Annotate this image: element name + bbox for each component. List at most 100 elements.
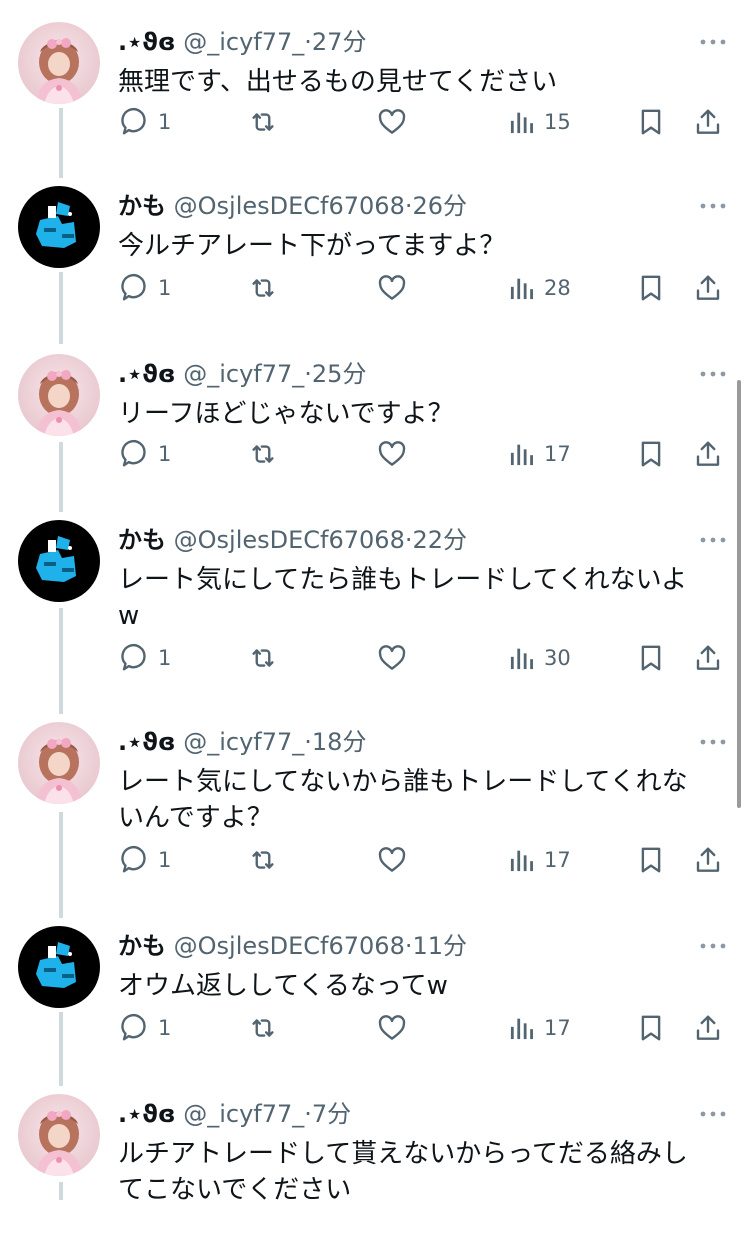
share-button[interactable]	[693, 268, 723, 308]
repost-icon	[246, 273, 280, 303]
repost-button[interactable]	[246, 268, 280, 308]
display-name[interactable]: かも	[118, 526, 166, 554]
reply-count: 1	[158, 848, 172, 872]
display-name[interactable]: かも	[118, 932, 166, 960]
share-icon	[693, 643, 723, 673]
display-name[interactable]: かも	[118, 192, 166, 220]
repost-button[interactable]	[246, 102, 280, 142]
views-button[interactable]: 15	[508, 102, 571, 142]
share-button[interactable]	[693, 1008, 723, 1048]
post-header: .⋆ϑɞ @_icyf77_·18分	[118, 724, 687, 760]
share-button[interactable]	[693, 434, 723, 474]
views-button[interactable]: 17	[508, 840, 571, 880]
post-text: 無理です、出せるもの見せてください	[118, 64, 719, 100]
avatar[interactable]	[18, 722, 100, 804]
timestamp[interactable]: 7分	[312, 1100, 351, 1128]
bar-chart-icon	[508, 644, 536, 672]
more-icon[interactable]	[699, 732, 727, 752]
more-icon[interactable]	[699, 530, 727, 550]
reply-button[interactable]: 1	[120, 638, 171, 678]
action-bar: 1 30	[0, 638, 747, 678]
like-button[interactable]	[376, 102, 408, 142]
repost-button[interactable]	[246, 1008, 280, 1048]
bar-chart-icon	[508, 846, 536, 874]
post-text-line: 無理です、出せるもの見せてください	[118, 67, 558, 97]
user-handle[interactable]: @OsjlesDECf67068	[174, 526, 405, 554]
post-text: リーフほどじゃないですよ？	[118, 396, 719, 432]
display-name[interactable]: .⋆ϑɞ	[118, 1100, 176, 1128]
display-name[interactable]: .⋆ϑɞ	[118, 360, 176, 388]
share-icon	[693, 1013, 723, 1043]
more-icon[interactable]	[699, 1104, 727, 1124]
share-button[interactable]	[693, 840, 723, 880]
avatar[interactable]	[18, 186, 100, 268]
post-text: ルチアトレードして貰えないからってだる絡みし てこないでください	[118, 1136, 719, 1208]
heart-icon	[376, 643, 408, 673]
views-button[interactable]: 17	[508, 1008, 571, 1048]
heart-icon	[376, 1013, 408, 1043]
user-handle[interactable]: @OsjlesDECf67068	[174, 192, 405, 220]
share-button[interactable]	[693, 102, 723, 142]
user-handle[interactable]: @_icyf77_	[183, 360, 304, 388]
display-name[interactable]: .⋆ϑɞ	[118, 728, 176, 756]
timestamp[interactable]: 22分	[412, 526, 467, 554]
timestamp[interactable]: 18分	[312, 728, 367, 756]
user-handle[interactable]: @_icyf77_	[183, 728, 304, 756]
post-text-line: いんですよ？	[118, 803, 273, 833]
repost-icon	[246, 1013, 280, 1043]
timestamp[interactable]: 27分	[312, 28, 367, 56]
bookmark-button[interactable]	[636, 1008, 666, 1048]
share-button[interactable]	[693, 638, 723, 678]
more-icon[interactable]	[699, 364, 727, 384]
post-text: レート気にしてたら誰もトレードしてくれないよ w	[118, 562, 719, 634]
avatar[interactable]	[18, 22, 100, 104]
bookmark-icon	[636, 1013, 666, 1043]
bookmark-button[interactable]	[636, 638, 666, 678]
like-button[interactable]	[376, 434, 408, 474]
reply-button[interactable]: 1	[120, 102, 171, 142]
like-button[interactable]	[376, 638, 408, 678]
timestamp[interactable]: 26分	[412, 192, 467, 220]
reply-count: 1	[158, 276, 172, 300]
bookmark-button[interactable]	[636, 434, 666, 474]
reply-button[interactable]: 1	[120, 1008, 171, 1048]
repost-button[interactable]	[246, 840, 280, 880]
timestamp[interactable]: 25分	[312, 360, 367, 388]
more-icon[interactable]	[699, 32, 727, 52]
repost-button[interactable]	[246, 638, 280, 678]
like-button[interactable]	[376, 268, 408, 308]
scrollbar[interactable]	[737, 380, 741, 808]
views-button[interactable]: 30	[508, 638, 571, 678]
display-name[interactable]: .⋆ϑɞ	[118, 28, 176, 56]
user-handle[interactable]: @_icyf77_	[183, 1100, 304, 1128]
timestamp[interactable]: 11分	[412, 932, 467, 960]
more-icon[interactable]	[699, 936, 727, 956]
avatar[interactable]	[18, 1094, 100, 1176]
bookmark-button[interactable]	[636, 102, 666, 142]
more-icon[interactable]	[699, 196, 727, 216]
view-count: 17	[544, 442, 571, 466]
post-text-line: てこないでください	[118, 1175, 352, 1205]
user-handle[interactable]: @_icyf77_	[183, 28, 304, 56]
avatar[interactable]	[18, 354, 100, 436]
reply-button[interactable]: 1	[120, 434, 171, 474]
reply-button[interactable]: 1	[120, 268, 171, 308]
bookmark-button[interactable]	[636, 840, 666, 880]
heart-icon	[376, 273, 408, 303]
action-bar: 1 17	[0, 840, 747, 880]
reply-button[interactable]: 1	[120, 840, 171, 880]
post-text: 今ルチアレート下がってますよ？	[118, 228, 719, 264]
user-handle[interactable]: @OsjlesDECf67068	[174, 932, 405, 960]
repost-button[interactable]	[246, 434, 280, 474]
reply-count: 1	[158, 110, 172, 134]
views-button[interactable]: 17	[508, 434, 571, 474]
like-button[interactable]	[376, 1008, 408, 1048]
avatar[interactable]	[18, 520, 100, 602]
post-text-line: 今ルチアレート下がってますよ？	[118, 231, 506, 261]
view-count: 30	[544, 646, 571, 670]
views-button[interactable]: 28	[508, 268, 571, 308]
bookmark-button[interactable]	[636, 268, 666, 308]
bookmark-icon	[636, 845, 666, 875]
avatar[interactable]	[18, 926, 100, 1008]
like-button[interactable]	[376, 840, 408, 880]
